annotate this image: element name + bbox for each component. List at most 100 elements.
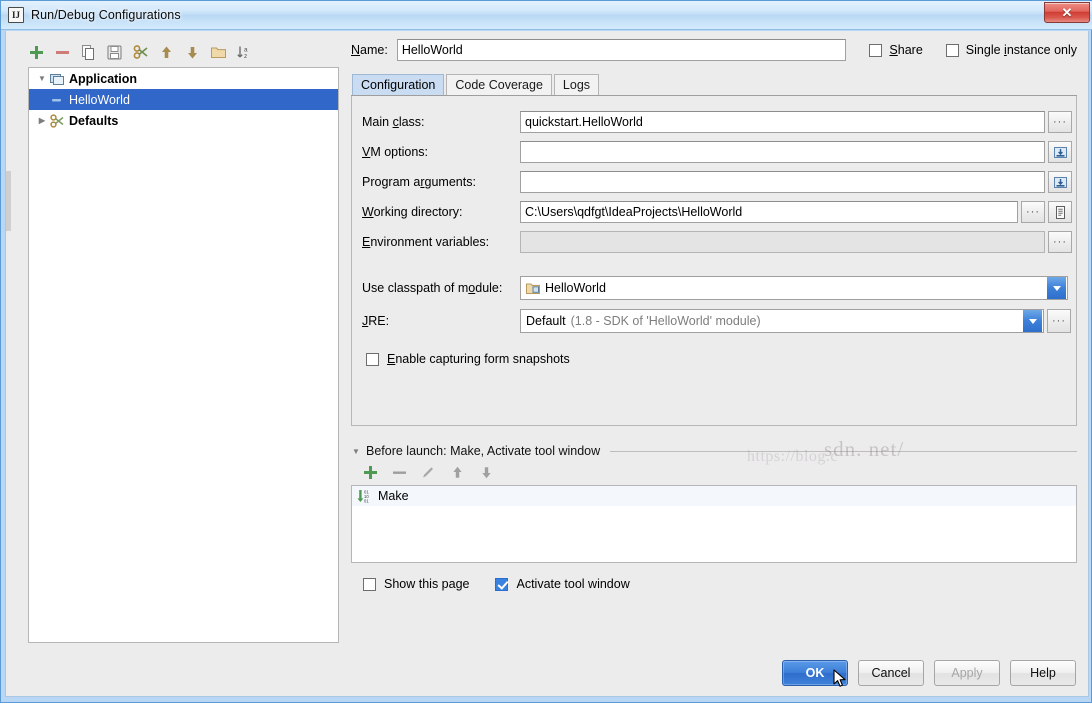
close-button[interactable]: ✕ <box>1044 2 1090 23</box>
tree-node-application[interactable]: ▼ Application <box>29 68 338 89</box>
chevron-down-icon[interactable] <box>1047 277 1066 299</box>
name-row: Name: Share Single instance only <box>351 39 1077 61</box>
compile-make-icon: 01 10 01 <box>356 488 372 504</box>
main-class-row: Main class: ··· <box>362 111 1072 133</box>
intellij-idea-icon: IJ <box>8 7 24 23</box>
move-down-icon[interactable] <box>478 464 495 481</box>
tab-code-coverage[interactable]: Code Coverage <box>446 74 552 95</box>
chevron-down-icon[interactable]: ▼ <box>35 74 49 83</box>
jre-value-wrap: Default (1.8 - SDK of 'HelloWorld' modul… <box>521 314 1023 328</box>
before-launch-options: Show this page Activate tool window <box>351 577 1077 591</box>
cancel-button[interactable]: Cancel <box>858 660 924 686</box>
ellipsis-browse-icon: ··· <box>1053 237 1067 248</box>
main-class-label: Main class: <box>362 115 520 129</box>
chevron-right-icon[interactable]: ▶ <box>35 116 49 125</box>
remove-icon[interactable] <box>391 464 408 481</box>
single-instance-checkbox-row[interactable]: Single instance only <box>946 43 1077 57</box>
tree-node-label: Defaults <box>69 114 118 128</box>
application-icon <box>49 71 65 87</box>
title-bar: IJ Run/Debug Configurations ✕ <box>1 1 1092 30</box>
before-launch-toolbar <box>351 460 1077 485</box>
activate-tool-window-checkbox[interactable] <box>495 578 508 591</box>
form-snapshots-label: Enable capturing form snapshots <box>387 352 570 366</box>
apply-button[interactable]: Apply <box>934 660 1000 686</box>
form-snapshots-row[interactable]: Enable capturing form snapshots <box>366 348 570 370</box>
window-title: Run/Debug Configurations <box>31 8 181 22</box>
configurations-toolbar: a z <box>21 39 339 65</box>
before-launch-item-make[interactable]: 01 10 01 Make <box>352 486 1076 506</box>
sort-alphabetically-icon[interactable]: a z <box>236 44 253 61</box>
classpath-module-row: Use classpath of module: HelloWorld <box>362 276 1068 300</box>
classpath-module-combo[interactable]: HelloWorld <box>520 276 1068 300</box>
jre-combo[interactable]: Default (1.8 - SDK of 'HelloWorld' modul… <box>520 309 1044 333</box>
single-instance-checkbox[interactable] <box>946 44 959 57</box>
folder-icon[interactable] <box>210 44 227 61</box>
tree-node-label: HelloWorld <box>69 93 130 107</box>
ellipsis-browse-icon: ··· <box>1052 316 1066 327</box>
jre-label: JRE: <box>362 314 520 328</box>
copy-icon[interactable] <box>80 44 97 61</box>
before-launch-list[interactable]: 01 10 01 Make <box>351 485 1077 563</box>
activate-tool-window-label: Activate tool window <box>516 577 629 591</box>
main-class-browse-button[interactable]: ··· <box>1048 111 1072 133</box>
vm-options-input[interactable] <box>520 141 1045 163</box>
move-up-icon[interactable] <box>449 464 466 481</box>
name-input[interactable] <box>397 39 847 61</box>
configuration-tab-panel: Main class: ··· VM options: <box>351 96 1077 426</box>
tree-node-helloworld[interactable]: HelloWorld <box>29 89 338 110</box>
share-checkbox-row[interactable]: Share <box>869 43 922 57</box>
save-icon[interactable] <box>106 44 123 61</box>
run-debug-configurations-dialog: IJ Run/Debug Configurations ✕ <box>0 0 1092 703</box>
environment-variables-browse-button[interactable]: ··· <box>1048 231 1072 253</box>
editor-tabs: Configuration Code Coverage Logs <box>351 73 1077 96</box>
program-arguments-input[interactable] <box>520 171 1045 193</box>
tab-logs[interactable]: Logs <box>554 74 599 95</box>
jre-value: Default <box>526 314 566 328</box>
ellipsis-browse-icon: ··· <box>1026 207 1040 218</box>
working-directory-browse-button[interactable]: ··· <box>1021 201 1045 223</box>
tree-node-defaults[interactable]: ▶ Defaults <box>29 110 338 131</box>
remove-icon[interactable] <box>54 44 71 61</box>
configuration-editor-panel: Name: Share Single instance only Configu… <box>351 39 1077 643</box>
classpath-module-value-wrap: HelloWorld <box>521 281 1047 295</box>
add-icon[interactable] <box>362 464 379 481</box>
configurations-panel: a z ▼ Applicatio <box>21 39 339 643</box>
share-label: Share <box>889 43 922 57</box>
vm-options-label: VM options: <box>362 145 520 159</box>
window-frame: IJ Run/Debug Configurations ✕ <box>0 0 1092 703</box>
before-launch-header: ▼ Before launch: Make, Activate tool win… <box>351 444 1077 458</box>
expand-editor-icon <box>1053 175 1068 190</box>
help-button[interactable]: Help <box>1010 660 1076 686</box>
before-launch-item-label: Make <box>378 489 409 503</box>
share-checkbox[interactable] <box>869 44 882 57</box>
collapse-toggle-icon[interactable]: ▼ <box>351 447 361 456</box>
close-icon: ✕ <box>1062 6 1073 19</box>
separator-line <box>610 451 1077 452</box>
edit-defaults-icon[interactable] <box>132 44 149 61</box>
vm-options-row: VM options: <box>362 141 1072 163</box>
main-class-input[interactable] <box>520 111 1045 133</box>
svg-text:z: z <box>244 53 247 60</box>
vm-options-expand-button[interactable] <box>1048 141 1072 163</box>
chevron-down-icon[interactable] <box>1023 310 1042 332</box>
show-this-page-checkbox[interactable] <box>363 578 376 591</box>
dialog-button-bar: OK Cancel Apply Help <box>782 660 1076 686</box>
ok-button[interactable]: OK <box>782 660 848 686</box>
dialog-client-area: a z ▼ Applicatio <box>5 31 1089 697</box>
jre-browse-button[interactable]: ··· <box>1047 309 1071 333</box>
environment-variables-label: Environment variables: <box>362 235 520 249</box>
move-up-icon[interactable] <box>158 44 175 61</box>
add-icon[interactable] <box>28 44 45 61</box>
program-arguments-expand-button[interactable] <box>1048 171 1072 193</box>
program-arguments-label: Program arguments: <box>362 175 520 189</box>
working-directory-input[interactable] <box>520 201 1018 223</box>
environment-variables-input[interactable] <box>520 231 1045 253</box>
working-directory-macro-button[interactable] <box>1048 201 1072 223</box>
configurations-tree[interactable]: ▼ Application <box>28 67 339 643</box>
tab-configuration[interactable]: Configuration <box>352 74 444 95</box>
edit-pencil-icon[interactable] <box>420 464 437 481</box>
expand-editor-icon <box>1053 145 1068 160</box>
move-down-icon[interactable] <box>184 44 201 61</box>
classpath-module-value: HelloWorld <box>545 281 606 295</box>
form-snapshots-checkbox[interactable] <box>366 353 379 366</box>
